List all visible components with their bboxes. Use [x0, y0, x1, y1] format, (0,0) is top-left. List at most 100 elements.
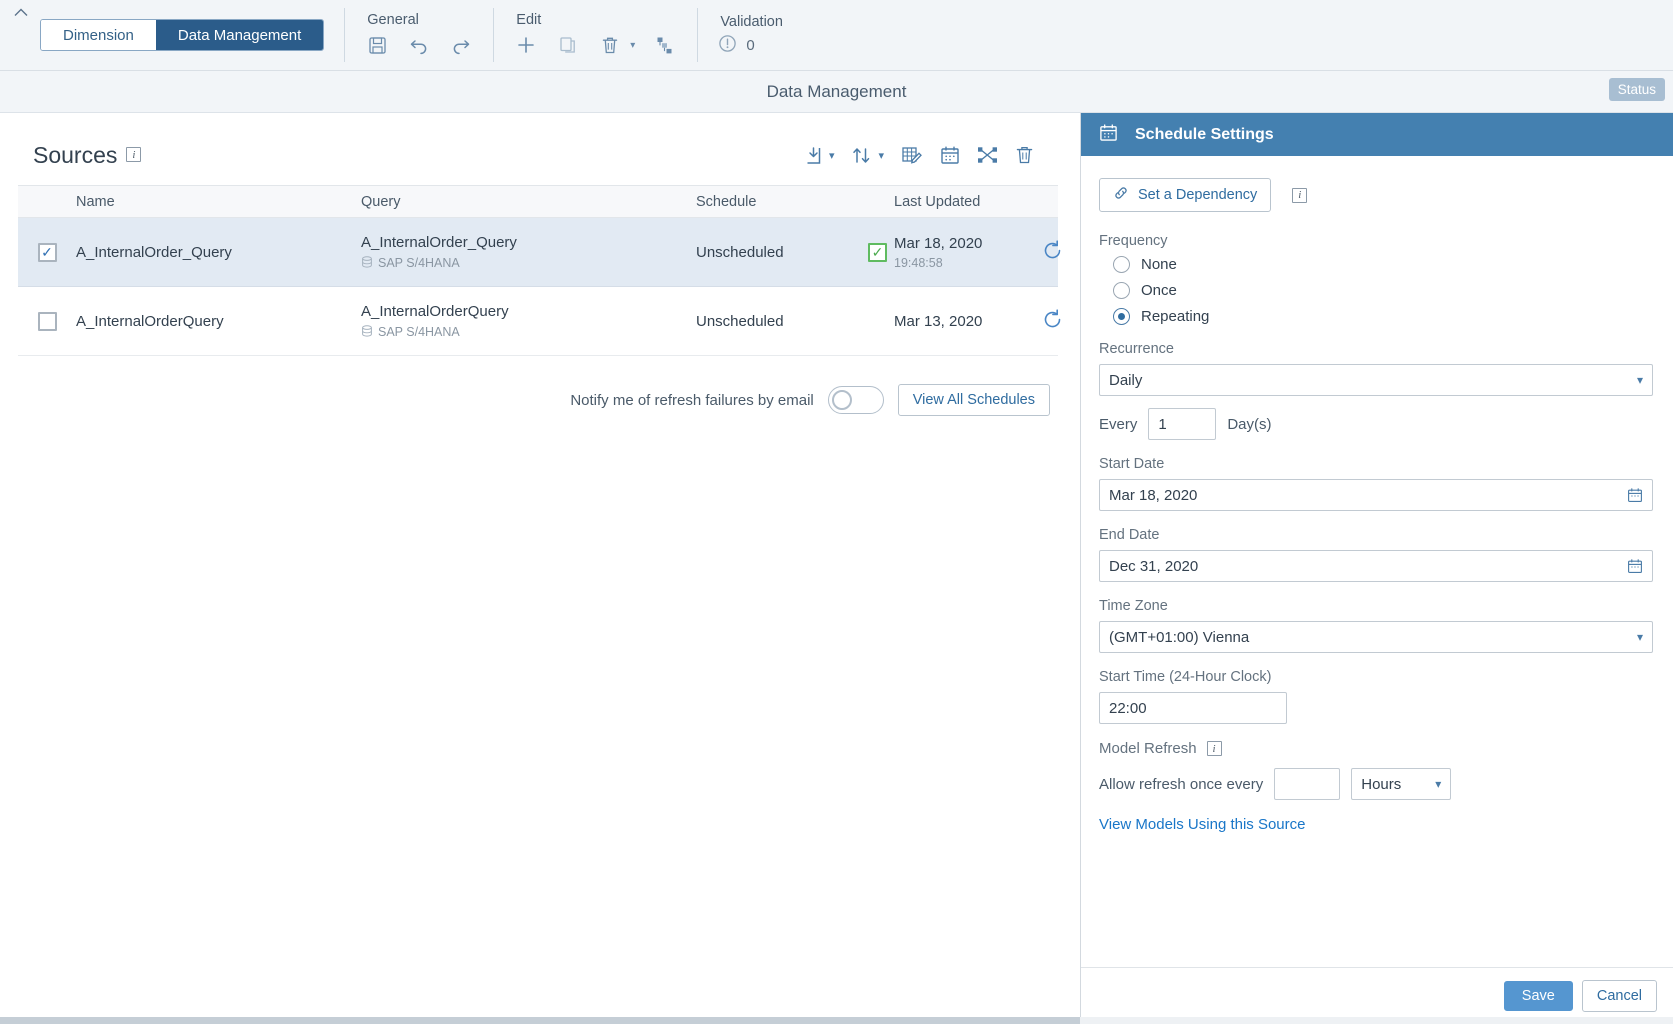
sort-caret-icon[interactable]: ▾ [878, 149, 884, 162]
every-label: Every [1099, 415, 1138, 433]
cancel-button[interactable]: Cancel [1581, 980, 1657, 1012]
database-icon [361, 255, 373, 271]
start-date-group: Start Date Mar 18, 2020 [1099, 456, 1653, 511]
radio-label: Repeating [1141, 308, 1210, 325]
set-dependency-label: Set a Dependency [1138, 187, 1258, 203]
recurrence-value: Daily [1109, 371, 1143, 389]
every-unit-label: Day(s) [1227, 415, 1272, 433]
recurrence-label: Recurrence [1099, 341, 1174, 357]
cell-name: A_InternalOrderQuery [76, 312, 224, 330]
model-refresh-group: Model Refresh i Allow refresh once every… [1099, 740, 1653, 833]
end-date-value: Dec 31, 2020 [1109, 557, 1199, 575]
start-time-input[interactable]: 22:00 [1099, 692, 1287, 724]
data-flow-icon[interactable] [977, 145, 998, 165]
radio-icon-selected [1113, 308, 1130, 325]
radio-icon [1113, 256, 1130, 273]
recurrence-select[interactable]: Daily ▾ [1099, 364, 1653, 396]
view-all-schedules-button[interactable]: View All Schedules [897, 384, 1050, 416]
view-models-link[interactable]: View Models Using this Source [1099, 816, 1653, 833]
end-date-label: End Date [1099, 527, 1160, 543]
start-date-label: Start Date [1099, 456, 1165, 472]
sources-heading-text: Sources [33, 141, 118, 168]
column-header-schedule[interactable]: Schedule [696, 194, 861, 210]
panel-body: Set a Dependency i Frequency None Once R… [1081, 156, 1673, 967]
chevron-down-icon[interactable]: ▾ [630, 40, 635, 51]
set-dependency-button[interactable]: Set a Dependency [1099, 178, 1272, 212]
save-button[interactable]: Save [1503, 981, 1573, 1011]
chevron-down-icon: ▾ [1435, 777, 1442, 791]
refresh-icon[interactable] [1041, 308, 1064, 335]
start-date-input[interactable]: Mar 18, 2020 [1099, 479, 1653, 511]
calendar-icon [1099, 123, 1118, 147]
every-row: Every 1 Day(s) [1099, 408, 1653, 440]
time-zone-select[interactable]: (GMT+01:00) Vienna ▾ [1099, 621, 1653, 653]
end-date-input[interactable]: Dec 31, 2020 [1099, 550, 1653, 582]
tab-data-management[interactable]: Data Management [155, 20, 324, 50]
info-icon[interactable]: i [1206, 741, 1222, 756]
row-checkbox[interactable]: ✓ [37, 242, 57, 262]
radio-label: None [1141, 256, 1177, 273]
import-icon[interactable] [802, 145, 823, 166]
hierarchy-icon[interactable] [653, 33, 677, 57]
page-title-bar: Data Management Status [0, 71, 1673, 113]
save-icon[interactable] [365, 33, 389, 57]
edit-grid-icon[interactable] [901, 145, 923, 166]
validation-count: 0 [746, 36, 755, 54]
allow-refresh-unit-select[interactable]: Hours ▾ [1351, 768, 1452, 800]
redo-icon[interactable] [449, 33, 473, 57]
view-mode-tabs: Dimension Data Management [40, 19, 325, 51]
start-time-group: Start Time (24-Hour Clock) 22:00 [1099, 669, 1653, 724]
refresh-icon[interactable] [1041, 239, 1064, 266]
tab-dimension[interactable]: Dimension [41, 20, 156, 50]
trash-icon[interactable] [1015, 145, 1034, 165]
info-icon[interactable]: i [126, 147, 142, 162]
column-header-name[interactable]: Name [76, 194, 361, 210]
recurrence-group: Recurrence Daily ▾ Every 1 Day(s) [1099, 341, 1653, 440]
column-header-last-updated[interactable]: Last Updated [894, 194, 1022, 210]
every-input[interactable]: 1 [1148, 408, 1217, 440]
allow-refresh-input[interactable] [1274, 768, 1341, 800]
notify-toggle[interactable] [827, 386, 884, 414]
calendar-icon[interactable] [1627, 487, 1643, 503]
sort-icon[interactable] [851, 145, 872, 166]
undo-icon[interactable] [407, 33, 431, 57]
cell-last-updated: Mar 13, 2020 [894, 313, 1022, 330]
cell-query-text: A_InternalOrder_Query [361, 233, 517, 251]
toolbar-group-general: General [365, 5, 473, 65]
horizontal-scrollbar[interactable] [0, 1017, 1673, 1024]
sources-toolbar: ▾ ▾ [802, 145, 1060, 166]
chevron-up-icon[interactable] [4, 0, 38, 17]
radio-frequency-none[interactable]: None [1113, 256, 1653, 273]
status-badge[interactable]: Status [1608, 78, 1665, 101]
allow-refresh-unit-value: Hours [1361, 775, 1402, 793]
import-caret-icon[interactable]: ▾ [829, 149, 835, 162]
cell-system: SAP S/4HANA [378, 325, 460, 339]
delete-icon[interactable] [598, 33, 622, 57]
add-icon[interactable] [514, 33, 538, 57]
cell-query: A_InternalOrder_Query SAP S/4HANA [361, 234, 696, 271]
notify-row: Notify me of refresh failures by email V… [0, 356, 1080, 416]
schedule-calendar-icon[interactable] [940, 145, 960, 165]
start-date-value: Mar 18, 2020 [1109, 486, 1198, 504]
page-title: Data Management [766, 81, 907, 101]
cell-query: A_InternalOrderQuery SAP S/4HANA [361, 303, 696, 340]
table-row[interactable]: ✓ A_InternalOrder_Query A_InternalOrder_… [18, 218, 1060, 287]
allow-refresh-row: Allow refresh once every Hours ▾ [1099, 768, 1653, 800]
status-check-icon: ✓ [868, 242, 887, 262]
cell-schedule: Unscheduled [696, 312, 784, 330]
toolbar-divider-3 [697, 8, 699, 62]
info-icon[interactable]: i [1292, 187, 1308, 203]
table-row[interactable]: A_InternalOrderQuery A_InternalOrderQuer… [18, 287, 1060, 356]
radio-icon [1113, 282, 1130, 299]
alert-circle-icon [718, 34, 737, 57]
radio-frequency-once[interactable]: Once [1113, 282, 1653, 299]
calendar-icon[interactable] [1627, 558, 1643, 574]
toolbar-divider-2 [493, 8, 495, 62]
radio-frequency-repeating[interactable]: Repeating [1113, 308, 1653, 325]
copy-icon[interactable] [556, 33, 580, 57]
scrollbar-thumb[interactable] [0, 1017, 1080, 1024]
row-checkbox[interactable] [37, 311, 57, 331]
model-refresh-label: Model Refresh [1099, 740, 1197, 757]
start-time-label: Start Time (24-Hour Clock) [1099, 669, 1272, 685]
column-header-query[interactable]: Query [361, 194, 696, 210]
